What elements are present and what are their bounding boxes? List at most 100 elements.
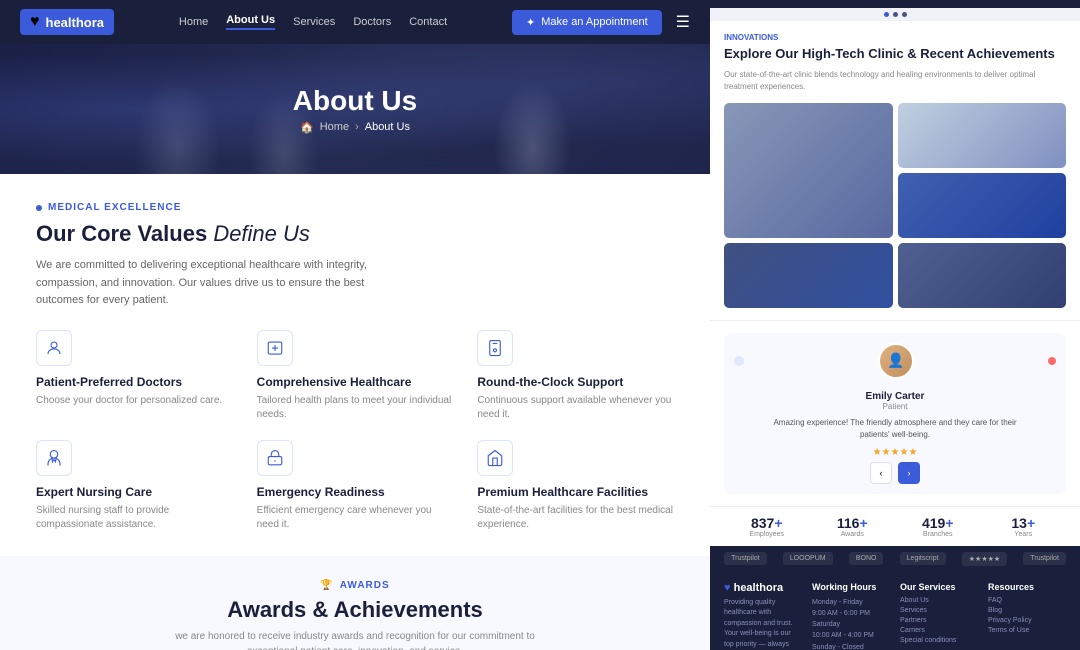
footer-col-services: Our Services About Us Services Partners … bbox=[900, 582, 978, 650]
dot-2[interactable] bbox=[893, 12, 898, 17]
footer-link-special[interactable]: Special conditions bbox=[900, 637, 978, 644]
nav-services[interactable]: Services bbox=[293, 16, 335, 28]
stat-employees: 837+ Employees bbox=[724, 515, 810, 538]
value-desc-6: State-of-the-art facilities for the best… bbox=[477, 504, 674, 532]
value-item-2: Comprehensive Healthcare Tailored health… bbox=[257, 330, 454, 422]
value-title-5: Emergency Readiness bbox=[257, 485, 454, 499]
clinic-image-3 bbox=[898, 173, 1067, 238]
cta-button[interactable]: ✦ Make an Appointment bbox=[512, 10, 662, 35]
value-title-6: Premium Healthcare Facilities bbox=[477, 485, 674, 499]
value-icon-5 bbox=[257, 440, 293, 476]
nav-contact[interactable]: Contact bbox=[409, 16, 447, 28]
stat-years-number: 13+ bbox=[981, 515, 1067, 531]
stat-awards-number: 116+ bbox=[810, 515, 896, 531]
nav-home[interactable]: Home bbox=[179, 16, 208, 28]
footer-tagline: Providing quality healthcare with compas… bbox=[724, 598, 802, 650]
left-panel: ♥ healthora Home About Us Services Docto… bbox=[0, 0, 710, 650]
footer-hours-content: Monday - Friday 9:00 AM - 6:00 PM Saturd… bbox=[812, 597, 890, 650]
brand-2: LOOOPUM bbox=[783, 552, 833, 565]
testimonial-card: 👤 Emily Carter Patient Amazing experienc… bbox=[724, 333, 1066, 494]
testimonial-next[interactable]: › bbox=[898, 462, 920, 484]
doctors-strip: Dr. Monica Clark Dr. Andrew Harrison Dr.… bbox=[710, 0, 1080, 8]
footer-services-title: Our Services bbox=[900, 582, 978, 592]
logo-icon: ♥ bbox=[30, 13, 40, 31]
testimonial-avatar: 👤 bbox=[878, 343, 914, 379]
breadcrumb: 🏠 Home › About Us bbox=[300, 121, 410, 134]
stat-awards: 116+ Awards bbox=[810, 515, 896, 538]
awards-section: 🏆 AWARDS Awards & Achievements we are ho… bbox=[0, 556, 710, 650]
testimonial-dot-1 bbox=[734, 356, 744, 366]
cta-icon: ✦ bbox=[526, 16, 535, 29]
footer-link-about[interactable]: About Us bbox=[900, 597, 978, 604]
dot-1[interactable] bbox=[884, 12, 889, 17]
badge-dot bbox=[36, 205, 42, 211]
clinic-section: INNOVATIONS Explore Our High-Tech Clinic… bbox=[710, 21, 1080, 320]
hamburger-icon[interactable]: ☰ bbox=[676, 12, 690, 32]
testimonial-dot-2 bbox=[1048, 357, 1056, 365]
clinic-badge: INNOVATIONS bbox=[724, 33, 1066, 42]
value-item-5: Emergency Readiness Efficient emergency … bbox=[257, 440, 454, 532]
award-icon-header: 🏆 bbox=[320, 580, 333, 591]
logo-text: healthora bbox=[46, 15, 105, 30]
core-values-section: MEDICAL EXCELLENCE Our Core Values Defin… bbox=[0, 174, 710, 556]
stats-row: 837+ Employees 116+ Awards 419+ Branches… bbox=[710, 506, 1080, 546]
footer-section: ♥ healthora Providing quality healthcare… bbox=[710, 572, 1080, 650]
logo[interactable]: ♥ healthora bbox=[20, 9, 114, 35]
stat-years-label: Years bbox=[981, 531, 1067, 538]
value-icon-4 bbox=[36, 440, 72, 476]
clinic-image-4 bbox=[724, 243, 893, 308]
brand-5: ★★★★★ bbox=[962, 552, 1007, 566]
value-item-1: Patient-Preferred Doctors Choose your do… bbox=[36, 330, 233, 422]
value-title-4: Expert Nursing Care bbox=[36, 485, 233, 499]
footer-link-terms[interactable]: Terms of Use bbox=[988, 627, 1066, 634]
clinic-image-1 bbox=[724, 103, 893, 238]
footer-col-resources: Resources FAQ Blog Privacy Policy Terms … bbox=[988, 582, 1066, 650]
hero-title: About Us bbox=[293, 85, 417, 117]
testimonial-section: 👤 Emily Carter Patient Amazing experienc… bbox=[710, 320, 1080, 506]
awards-badge: 🏆 AWARDS bbox=[36, 580, 674, 591]
testimonial-prev[interactable]: ‹ bbox=[870, 462, 892, 484]
awards-desc: we are honored to receive industry award… bbox=[175, 629, 535, 650]
value-item-3: Round-the-Clock Support Continuous suppo… bbox=[477, 330, 674, 422]
value-title-3: Round-the-Clock Support bbox=[477, 375, 674, 389]
footer-link-services[interactable]: Services bbox=[900, 607, 978, 614]
values-grid: Patient-Preferred Doctors Choose your do… bbox=[36, 330, 674, 532]
testimonial-controls: ‹ › bbox=[870, 462, 920, 484]
clinic-images-grid bbox=[724, 103, 1066, 308]
value-desc-4: Skilled nursing staff to provide compass… bbox=[36, 504, 233, 532]
brand-6: Trustpilot bbox=[1023, 552, 1066, 565]
clinic-image-5 bbox=[898, 243, 1067, 308]
testimonial-name: Emily Carter bbox=[866, 391, 925, 402]
doctors-pagination bbox=[710, 8, 1080, 21]
breadcrumb-home-icon: 🏠 bbox=[300, 121, 314, 134]
footer-link-blog[interactable]: Blog bbox=[988, 607, 1066, 614]
core-values-badge: MEDICAL EXCELLENCE bbox=[36, 202, 674, 213]
nav-doctors[interactable]: Doctors bbox=[353, 16, 391, 28]
value-item-6: Premium Healthcare Facilities State-of-t… bbox=[477, 440, 674, 532]
stat-employees-label: Employees bbox=[724, 531, 810, 538]
clinic-image-2 bbox=[898, 103, 1067, 168]
value-desc-5: Efficient emergency care whenever you ne… bbox=[257, 504, 454, 532]
nav-about[interactable]: About Us bbox=[226, 14, 275, 30]
clinic-desc: Our state-of-the-art clinic blends techn… bbox=[724, 69, 1066, 93]
testimonial-stars: ★★★★★ bbox=[873, 447, 918, 458]
value-title-2: Comprehensive Healthcare bbox=[257, 375, 454, 389]
breadcrumb-home: Home bbox=[320, 121, 349, 133]
footer-link-carriers[interactable]: Carriers bbox=[900, 627, 978, 634]
footer-link-faq[interactable]: FAQ bbox=[988, 597, 1066, 604]
footer-link-privacy[interactable]: Privacy Policy bbox=[988, 617, 1066, 624]
testimonial-text: Amazing experience! The friendly atmosph… bbox=[765, 417, 1025, 441]
brand-4: Legitscript bbox=[900, 552, 946, 565]
footer-logo: ♥ healthora bbox=[724, 582, 802, 594]
core-values-title: Our Core Values Define Us bbox=[36, 221, 674, 247]
stat-employees-number: 837+ bbox=[724, 515, 810, 531]
right-panel: Dr. Monica Clark Dr. Andrew Harrison Dr.… bbox=[710, 0, 1080, 650]
stat-branches-label: Branches bbox=[895, 531, 981, 538]
value-desc-2: Tailored health plans to meet your indiv… bbox=[257, 394, 454, 422]
stat-branches: 419+ Branches bbox=[895, 515, 981, 538]
nav-links: Home About Us Services Doctors Contact bbox=[179, 14, 447, 30]
value-desc-3: Continuous support available whenever yo… bbox=[477, 394, 674, 422]
value-title-1: Patient-Preferred Doctors bbox=[36, 375, 233, 389]
footer-link-partners[interactable]: Partners bbox=[900, 617, 978, 624]
dot-3[interactable] bbox=[902, 12, 907, 17]
